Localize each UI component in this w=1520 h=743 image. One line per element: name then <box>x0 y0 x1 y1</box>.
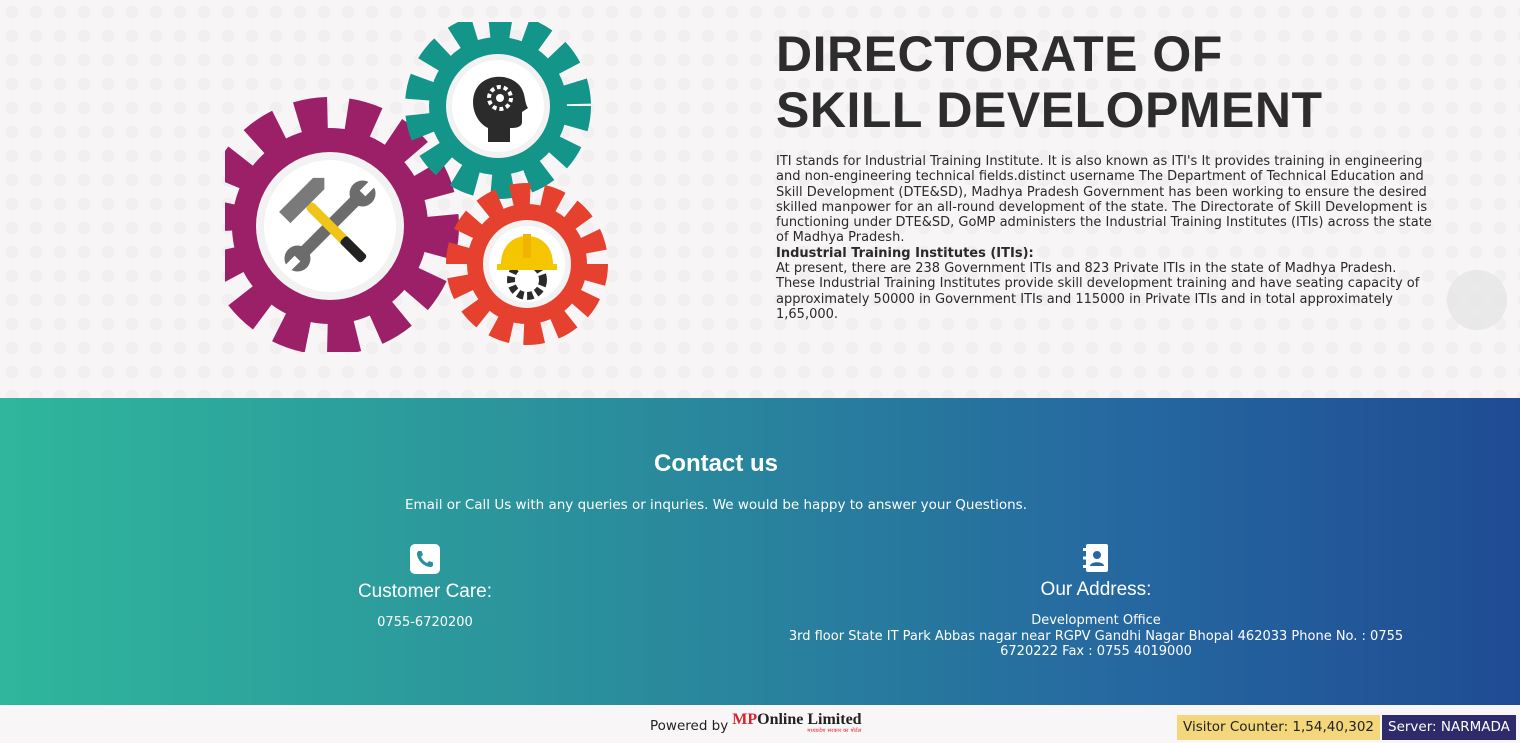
iti-subheading: Industrial Training Institutes (ITIs): <box>776 245 1034 261</box>
address-line1: Development Office <box>1031 613 1161 628</box>
address-text: Development Office 3rd floor State IT Pa… <box>770 613 1422 660</box>
contact-subtitle: Email or Call Us with any queries or inq… <box>405 497 1027 513</box>
visitor-counter: Visitor Counter: 1,54,40,302 <box>1177 715 1381 740</box>
customer-care-phone[interactable]: 0755-6720200 <box>300 615 550 631</box>
customer-care-title: Customer Care: <box>357 581 493 602</box>
iti-paragraph: At present, there are 238 Government ITI… <box>776 261 1420 322</box>
address-title: Our Address: <box>1040 579 1152 600</box>
address-block: Our Address: Development Office 3rd floo… <box>770 544 1422 660</box>
about-description: ITI stands for Industrial Training Insti… <box>776 154 1436 322</box>
footer: Powered by MPOnline Limited मध्यप्रदेश स… <box>0 705 1520 743</box>
brain-gear <box>405 22 591 199</box>
phone-icon <box>410 544 440 574</box>
contact-section: Contact us Email or Call Us with any que… <box>0 398 1520 705</box>
about-section: DIRECTORATE OF SKILL DEVELOPMENT ITI sta… <box>0 0 1520 398</box>
customer-care-block: Customer Care: 0755-6720200 <box>300 544 550 631</box>
powered-by: Powered by MPOnline Limited मध्यप्रदेश स… <box>650 711 862 737</box>
tools-gear <box>225 97 459 352</box>
page-title: DIRECTORATE OF SKILL DEVELOPMENT <box>776 26 1323 138</box>
page-title-line2: SKILL DEVELOPMENT <box>776 82 1323 138</box>
scroll-to-top-button[interactable] <box>1447 270 1507 330</box>
helmet-gear <box>446 183 608 345</box>
powered-by-label: Powered by <box>650 718 729 734</box>
address-line2: 3rd floor State IT Park Abbas nagar near… <box>788 628 1404 660</box>
server-badge: Server: NARMADA <box>1382 715 1516 740</box>
mponline-logo[interactable]: MPOnline Limited मध्यप्रदेश सरकार का पोर… <box>732 711 862 735</box>
page-title-line1: DIRECTORATE OF <box>776 26 1223 82</box>
mponline-logo-text: MPOnline Limited <box>732 711 862 728</box>
skill-gears-illustration <box>225 22 608 352</box>
about-paragraph: ITI stands for Industrial Training Insti… <box>776 154 1432 246</box>
contact-book-icon <box>1083 544 1108 572</box>
contact-title: Contact us <box>653 450 778 477</box>
mponline-logo-subtext: मध्यप्रदेश सरकार का पोर्टल <box>807 728 862 734</box>
